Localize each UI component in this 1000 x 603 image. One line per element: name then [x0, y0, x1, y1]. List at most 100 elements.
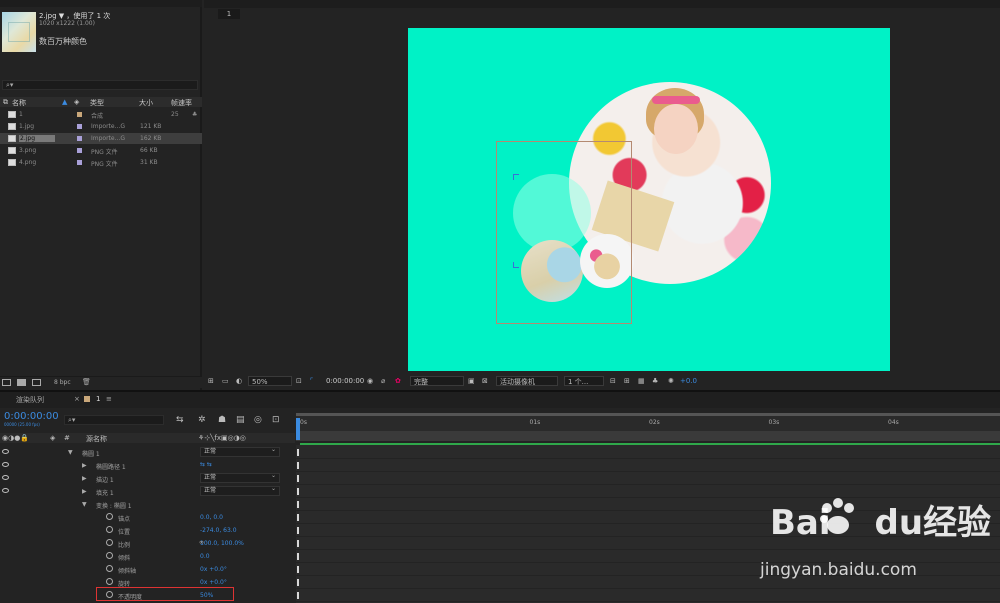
layer-in-marker[interactable] — [297, 553, 299, 560]
path-direction-icon[interactable]: ⇆ ⇆ — [200, 461, 212, 468]
tab-menu-icon[interactable]: ≡ — [106, 395, 112, 403]
toggle-pixel-icon[interactable]: ⊟ — [610, 376, 616, 386]
timeline-search-input[interactable]: ⌕▾ — [64, 415, 164, 425]
project-panel-tabs[interactable] — [0, 0, 202, 7]
label-swatch[interactable] — [77, 112, 82, 117]
label-swatch[interactable] — [77, 124, 82, 129]
source-name-column[interactable]: 源名称 — [86, 434, 107, 444]
col-name[interactable]: 名称 — [12, 98, 26, 108]
views-select[interactable]: 1 个... — [564, 376, 604, 386]
layer-in-marker[interactable] — [297, 566, 299, 573]
timeline-row[interactable]: ▼ 椭圆 1 正常 — [0, 446, 295, 459]
label-swatch[interactable] — [77, 160, 82, 165]
timeline-row[interactable]: 锚点 0.0, 0.0 — [0, 511, 295, 524]
exposure-value[interactable]: +0.0 — [680, 376, 697, 386]
stopwatch-icon[interactable] — [106, 513, 113, 520]
layer-in-marker[interactable] — [297, 540, 299, 547]
expand-arrow-icon[interactable]: ▶ — [82, 462, 87, 469]
timeline-row[interactable]: ▼ 变换 : 椭圆 1 — [0, 498, 295, 511]
expand-arrow-icon[interactable]: ▶ — [82, 475, 87, 482]
current-time-indicator[interactable] — [296, 418, 300, 440]
graph-editor-icon[interactable]: ⊡ — [272, 415, 280, 425]
stopwatch-icon[interactable] — [106, 539, 113, 546]
expand-arrow-icon[interactable]: ▶ — [82, 488, 87, 495]
timeline-row[interactable]: ▶ 填充 1 正常 — [0, 485, 295, 498]
transparency-grid-icon[interactable]: ⊠ — [482, 376, 488, 386]
layer-in-marker[interactable] — [297, 475, 299, 482]
timeline-row[interactable]: ▶ 椭圆路径 1 ⇆ ⇆ — [0, 459, 295, 472]
screen-icon[interactable]: ▭ — [222, 376, 229, 386]
label-swatch[interactable] — [77, 148, 82, 153]
timeline-row[interactable]: 倾斜 0.0 — [0, 550, 295, 563]
expand-arrow-icon[interactable]: ▼ — [68, 449, 73, 456]
trash-icon[interactable]: 🗑 — [82, 378, 91, 386]
draft-3d-icon[interactable]: ✲ — [198, 415, 206, 425]
grid-icon[interactable]: ⊡ — [296, 376, 302, 386]
property-value[interactable]: 0.0 — [200, 553, 210, 560]
layer-in-marker[interactable] — [297, 462, 299, 469]
camera-select[interactable]: 活动摄像机 — [496, 376, 558, 386]
stopwatch-icon[interactable] — [106, 526, 113, 533]
layer-in-marker[interactable] — [297, 592, 299, 599]
blend-mode-select[interactable]: 正常 — [200, 446, 280, 457]
layer-selection-bounds[interactable] — [496, 141, 632, 324]
frame-blend-icon[interactable]: ▤ — [236, 415, 245, 425]
property-value[interactable]: 0x +0.0° — [200, 566, 227, 573]
region-icon[interactable]: ⌜ — [310, 376, 313, 386]
project-item-row[interactable]: 2.jpg Importe...G 162 KB — [0, 133, 202, 144]
viewer-tabs[interactable] — [204, 0, 1000, 8]
motion-blur-icon[interactable]: ◎ — [254, 415, 262, 425]
channel-icon[interactable]: ✿ — [395, 376, 401, 386]
eye-icon[interactable] — [2, 475, 9, 480]
col-size[interactable]: 大小 — [139, 98, 153, 108]
project-item-row[interactable]: 4.png PNG 文件 31 KB — [0, 157, 202, 168]
folder-icon[interactable] — [17, 379, 26, 386]
sort-arrow-icon[interactable]: ▲ — [62, 98, 67, 106]
timeline-row[interactable]: ▶ 描边 1 正常 — [0, 472, 295, 485]
snapshot-icon[interactable]: ⌀ — [381, 376, 385, 386]
comp-tab[interactable]: 1 — [96, 395, 100, 403]
property-value[interactable]: -274.0, 63.0 — [200, 527, 237, 534]
zoom-select[interactable]: 50% — [248, 376, 292, 386]
close-icon[interactable]: × — [74, 395, 80, 403]
eye-icon[interactable] — [2, 449, 9, 454]
eye-icon[interactable] — [2, 462, 9, 467]
timeline-row[interactable]: 倾斜轴 0x +0.0° — [0, 563, 295, 576]
project-item-row[interactable]: 1.jpg Importe...G 121 KB — [0, 121, 202, 132]
flowchart-icon[interactable]: ♣ — [192, 111, 197, 118]
camera-icon[interactable]: ◉ — [367, 376, 373, 386]
shy-icon[interactable]: ☗ — [218, 415, 226, 425]
stopwatch-icon[interactable] — [106, 565, 113, 572]
blend-mode-select[interactable]: 正常 — [200, 472, 280, 483]
property-value[interactable]: 0x +0.0° — [200, 579, 227, 586]
roi-icon[interactable]: ▣ — [468, 376, 475, 386]
layer-in-marker[interactable] — [297, 501, 299, 508]
timeline-row[interactable]: 比例 100.0, 100.0% ∞ — [0, 537, 295, 550]
magnify-icon[interactable]: ⊞ — [208, 376, 214, 386]
flowchart-icon[interactable]: ♣ — [652, 376, 658, 386]
timeline-row[interactable]: 位置 -274.0, 63.0 — [0, 524, 295, 537]
resolution-select[interactable]: 完整 — [410, 376, 464, 386]
new-comp-icon[interactable] — [32, 379, 41, 386]
property-value[interactable]: 100.0, 100.0% — [200, 540, 244, 547]
col-fps[interactable]: 帧速率 — [171, 98, 192, 108]
layer-in-marker[interactable] — [297, 527, 299, 534]
project-item-row[interactable]: 3.png PNG 文件 66 KB — [0, 145, 202, 156]
bpc-button[interactable]: 8 bpc — [54, 379, 71, 386]
cti-track[interactable] — [296, 431, 1000, 441]
mask-icon[interactable]: ◐ — [236, 376, 242, 386]
property-value[interactable]: 0.0, 0.0 — [200, 514, 223, 521]
fast-preview-icon[interactable]: ⊞ — [624, 376, 630, 386]
eye-icon[interactable] — [2, 488, 9, 493]
col-type[interactable]: 类型 — [90, 98, 104, 108]
render-queue-tab[interactable]: 渲染队列 — [16, 395, 44, 405]
layer-in-marker[interactable] — [297, 449, 299, 456]
expand-arrow-icon[interactable]: ▼ — [82, 501, 87, 508]
layer-in-marker[interactable] — [297, 514, 299, 521]
project-item-row[interactable]: 1 合成 25 ♣ — [0, 109, 202, 120]
timeline-timecode[interactable]: 0:00:00:00 — [4, 411, 59, 422]
blend-mode-select[interactable]: 正常 — [200, 485, 280, 496]
exposure-icon[interactable]: ✺ — [668, 376, 674, 386]
timeline-icon[interactable]: ▦ — [638, 376, 645, 386]
label-swatch[interactable] — [77, 136, 82, 141]
